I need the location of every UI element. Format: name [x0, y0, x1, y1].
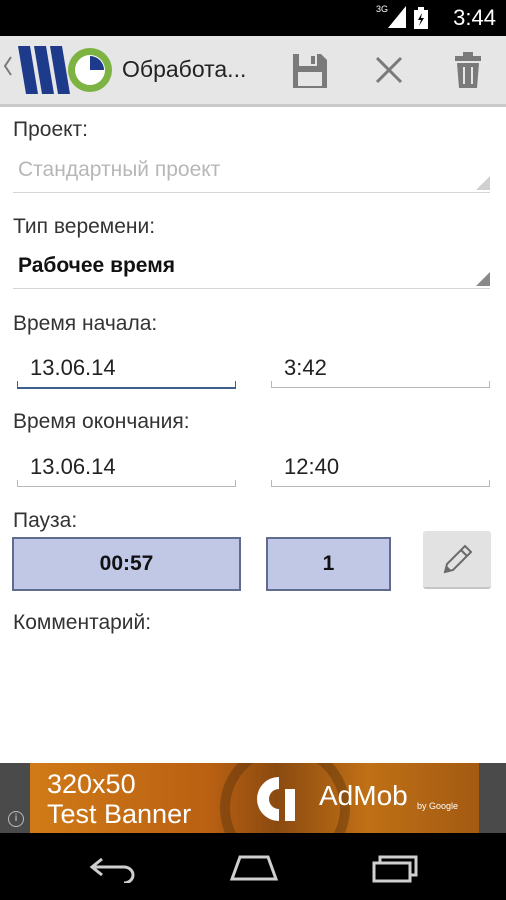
- pause-count-value: 1: [322, 552, 335, 575]
- ad-brand: AdMob: [319, 780, 408, 811]
- screen-title: Обработа...: [122, 56, 247, 82]
- end-date-field[interactable]: 13.06.14: [17, 448, 236, 487]
- end-time-field[interactable]: 12:40: [271, 448, 490, 487]
- label-pause: Пауза:: [13, 509, 78, 532]
- end-time-value: 12:40: [284, 454, 340, 479]
- dropdown-arrow-icon: [476, 176, 490, 190]
- start-date-value: 13.06.14: [30, 355, 116, 380]
- admob-logo-icon: [257, 777, 295, 821]
- start-time-field[interactable]: 3:42: [271, 349, 490, 388]
- ad-info-icon[interactable]: i: [8, 811, 24, 827]
- end-date-value: 13.06.14: [30, 454, 116, 479]
- ad-line-2: Test Banner: [47, 799, 192, 829]
- navigation-bar: [0, 833, 506, 900]
- app-logo[interactable]: [16, 44, 116, 96]
- time-type-spinner[interactable]: Рабочее время: [13, 246, 490, 289]
- label-project: Проект:: [13, 118, 89, 141]
- start-time-value: 3:42: [284, 355, 327, 380]
- discard-icon[interactable]: [367, 48, 411, 92]
- label-time-type: Тип веремени:: [13, 215, 156, 238]
- ad-bar: i 320x50 Test Banner AdMob by Google: [0, 763, 506, 833]
- time-type-value: Рабочее время: [18, 254, 175, 277]
- ad-banner[interactable]: 320x50 Test Banner AdMob by Google: [30, 763, 479, 833]
- label-start-time: Время начала:: [13, 312, 158, 335]
- back-icon[interactable]: [88, 853, 138, 883]
- project-value: Стандартный проект: [18, 158, 221, 181]
- label-comment: Комментарий:: [13, 611, 152, 634]
- dropdown-arrow-icon: [476, 272, 490, 286]
- signal-icon: [388, 6, 406, 28]
- edit-pause-button[interactable]: [423, 531, 491, 589]
- start-date-field[interactable]: 13.06.14: [17, 349, 236, 389]
- battery-icon: [414, 7, 428, 29]
- clock: 3:44: [453, 5, 496, 30]
- project-spinner: Стандартный проект: [13, 150, 490, 193]
- save-icon[interactable]: [287, 48, 331, 92]
- recents-icon[interactable]: [370, 853, 420, 883]
- ad-line-1: 320x50: [47, 769, 136, 799]
- pause-count-box[interactable]: 1: [266, 537, 391, 591]
- home-icon[interactable]: [226, 853, 282, 883]
- up-chevron-icon[interactable]: [3, 54, 13, 78]
- action-bar: Обработа...: [0, 36, 506, 107]
- status-bar: 3G 3:44: [0, 0, 506, 36]
- trash-icon[interactable]: [446, 48, 490, 92]
- pencil-icon: [443, 544, 473, 574]
- ad-by-google: by Google: [417, 801, 459, 811]
- pause-duration-value: 00:57: [99, 552, 154, 575]
- pause-duration-box[interactable]: 00:57: [12, 537, 241, 591]
- network-type: 3G: [375, 4, 388, 14]
- label-end-time: Время окончания:: [13, 410, 190, 433]
